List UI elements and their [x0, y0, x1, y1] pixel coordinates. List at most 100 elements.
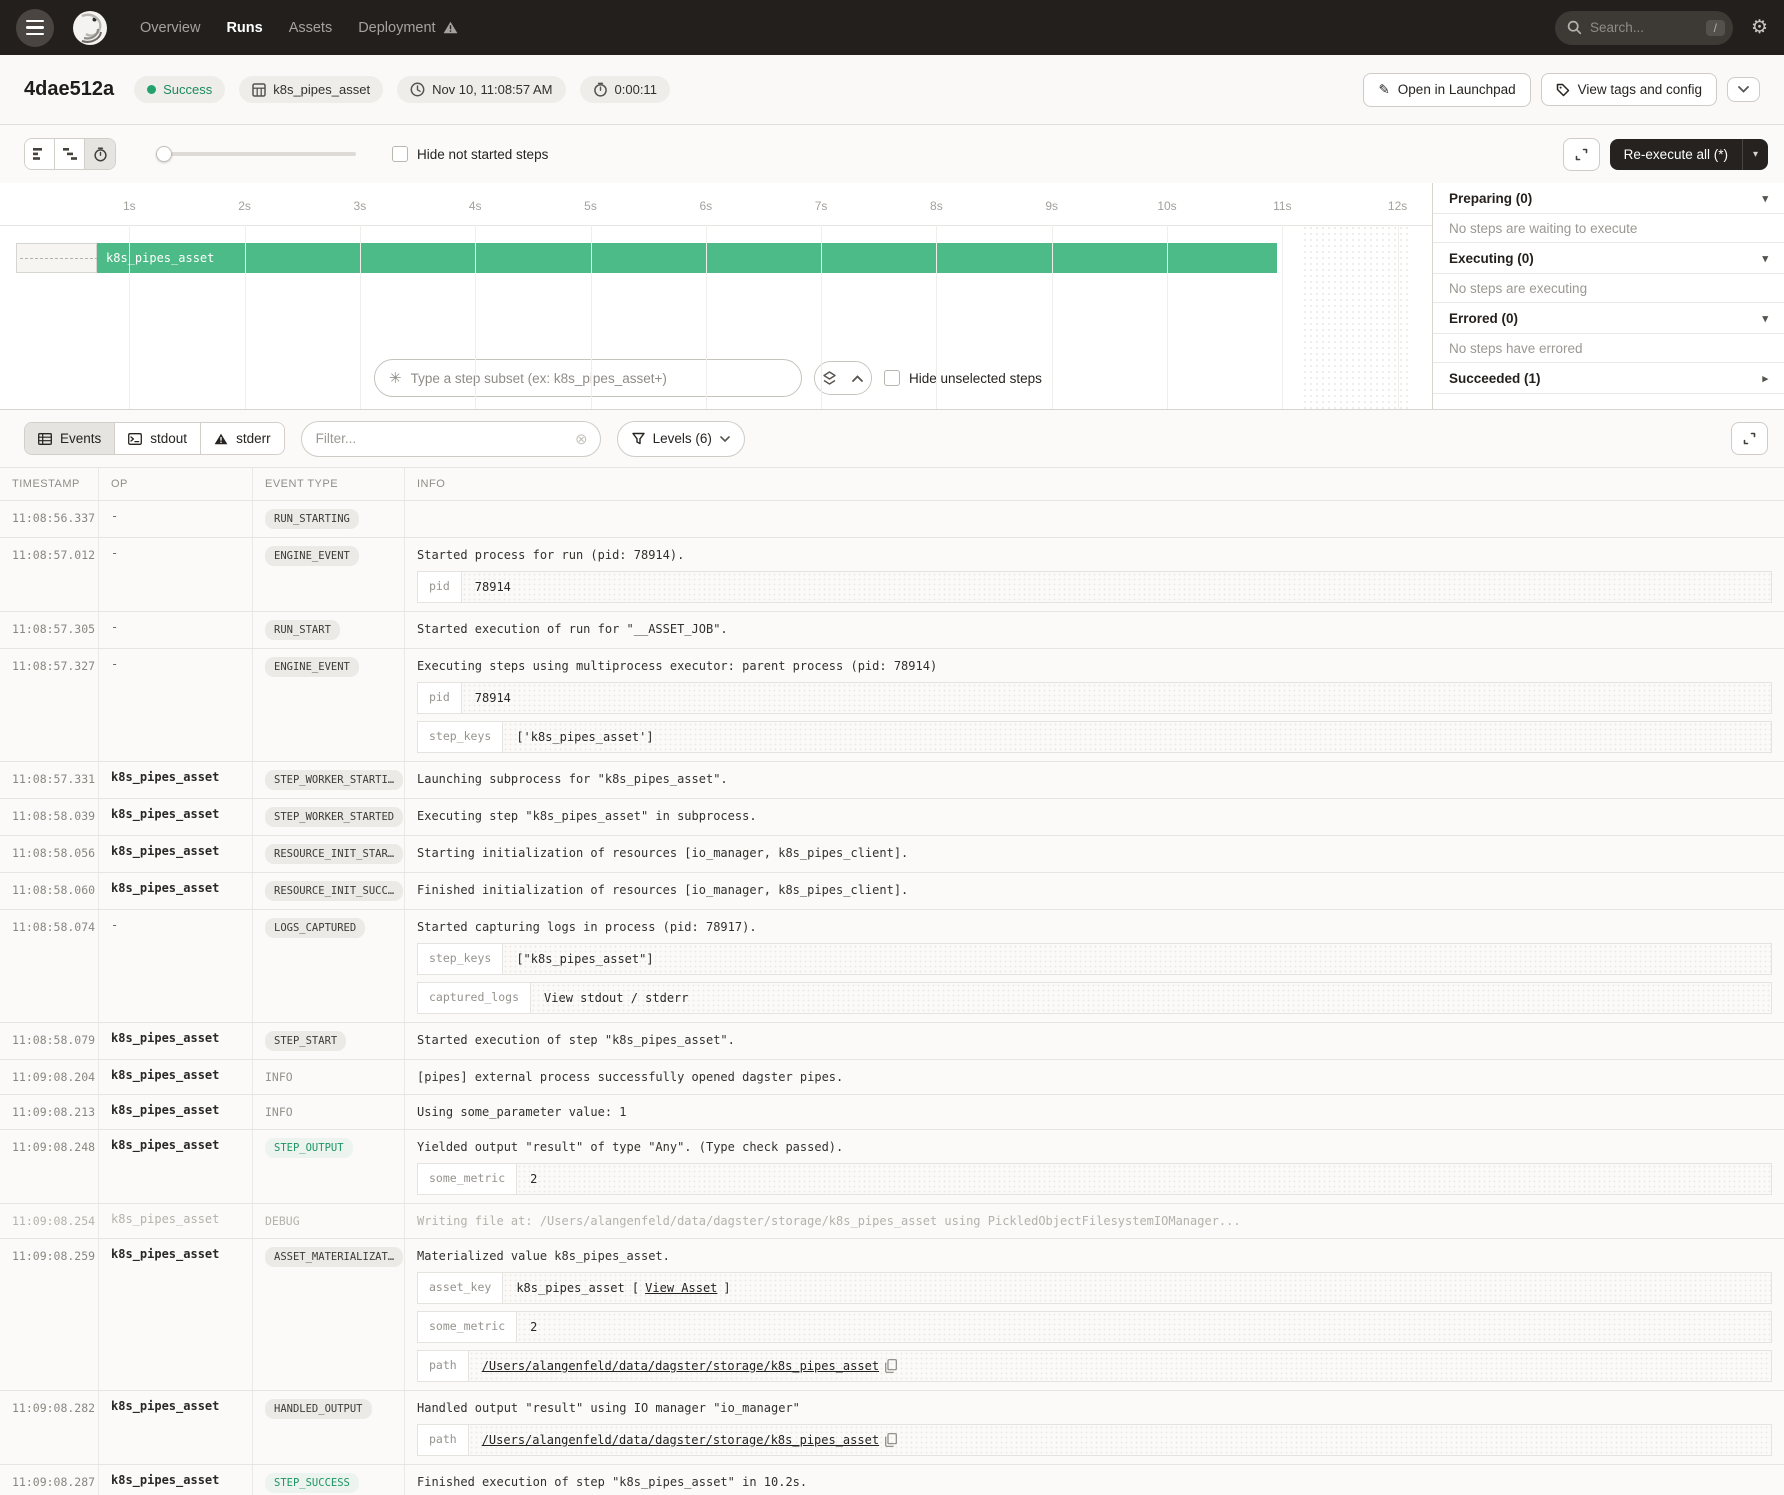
log-row[interactable]: 11:08:58.074-LOGS_CAPTUREDStarted captur…	[0, 909, 1784, 1022]
gantt-zoom-slider[interactable]	[156, 146, 356, 162]
log-toolbar: Eventsstdoutstderr ⊗ Levels (6)	[0, 410, 1784, 468]
nav-item-overview[interactable]: Overview	[140, 20, 200, 36]
metadata-value: ["k8s_pipes_asset"]	[503, 944, 1771, 974]
info-cell: Started process for run (pid: 78914).pid…	[405, 538, 1784, 611]
collapse-toolbar-button[interactable]	[843, 362, 871, 394]
clear-filter-icon[interactable]: ⊗	[575, 430, 588, 448]
status-section-succeeded[interactable]: Succeeded (1)▸	[1433, 363, 1784, 394]
event-type-badge: ASSET_MATERIALIZAT…	[265, 1247, 403, 1267]
event-type-cell: HANDLED_OUTPUT	[253, 1391, 405, 1464]
dagster-logo[interactable]	[72, 10, 108, 46]
run-actions-dropdown-button[interactable]	[1727, 77, 1760, 102]
graph-layers-button[interactable]	[815, 362, 843, 394]
view-mode-waterfall-button[interactable]	[55, 139, 85, 169]
log-row[interactable]: 11:08:58.079k8s_pipes_assetSTEP_STARTSta…	[0, 1022, 1784, 1059]
nav-item-runs[interactable]: Runs	[226, 20, 262, 36]
status-section-errored[interactable]: Errored (0)▾	[1433, 303, 1784, 334]
nav-item-deployment[interactable]: Deployment	[358, 20, 457, 36]
status-section-executing[interactable]: Executing (0)▾	[1433, 243, 1784, 274]
hide-not-started-checkbox[interactable]: Hide not started steps	[392, 146, 548, 162]
nav-item-assets[interactable]: Assets	[289, 20, 333, 36]
copy-icon[interactable]	[885, 1433, 897, 1447]
event-type-cell: STEP_SUCCESS	[253, 1465, 405, 1495]
checkbox-box[interactable]	[884, 370, 900, 386]
log-fullscreen-button[interactable]	[1731, 422, 1768, 455]
info-cell: Writing file at: /Users/alangenfeld/data…	[405, 1204, 1784, 1238]
axis-gridline	[129, 225, 130, 409]
info-cell: Launching subprocess for "k8s_pipes_asse…	[405, 762, 1784, 798]
op-cell: k8s_pipes_asset	[99, 1095, 253, 1129]
metadata-link[interactable]: /Users/alangenfeld/data/dagster/storage/…	[482, 1431, 879, 1449]
metadata-entry: path/Users/alangenfeld/data/dagster/stor…	[417, 1350, 1772, 1382]
log-row[interactable]: 11:08:58.039k8s_pipes_assetSTEP_WORKER_S…	[0, 798, 1784, 835]
gantt-step-bar[interactable]: k8s_pipes_asset	[97, 243, 1277, 273]
log-row[interactable]: 11:08:57.012-ENGINE_EVENTStarted process…	[0, 537, 1784, 611]
metadata-value: ['k8s_pipes_asset']	[503, 722, 1771, 752]
info-cell: Starting initialization of resources [io…	[405, 836, 1784, 872]
timestamp-cell: 11:08:57.331	[0, 762, 99, 798]
tab-stderr[interactable]: stderr	[201, 423, 284, 454]
log-row[interactable]: 11:09:08.282k8s_pipes_assetHANDLED_OUTPU…	[0, 1390, 1784, 1464]
op-cell: -	[99, 910, 253, 1022]
log-row[interactable]: 11:09:08.248k8s_pipes_assetSTEP_OUTPUTYi…	[0, 1129, 1784, 1203]
copy-icon[interactable]	[885, 1359, 897, 1373]
log-row[interactable]: 11:09:08.259k8s_pipes_assetASSET_MATERIA…	[0, 1238, 1784, 1390]
log-row[interactable]: 11:08:57.327-ENGINE_EVENTExecuting steps…	[0, 648, 1784, 761]
timestamp-cell: 11:08:58.039	[0, 799, 99, 835]
log-row[interactable]: 11:08:58.060k8s_pipes_assetRESOURCE_INIT…	[0, 872, 1784, 909]
event-type-cell: STEP_START	[253, 1023, 405, 1059]
slider-knob[interactable]	[156, 146, 172, 162]
open-in-launchpad-button[interactable]: ✎ Open in Launchpad	[1363, 73, 1530, 107]
levels-dropdown[interactable]: Levels (6)	[617, 421, 745, 457]
reexecute-dropdown-caret[interactable]: ▾	[1742, 139, 1768, 170]
metadata-entry: pid78914	[417, 682, 1772, 714]
log-row[interactable]: 11:09:08.287k8s_pipes_assetSTEP_SUCCESSF…	[0, 1464, 1784, 1495]
log-filter-input[interactable]	[316, 431, 575, 446]
log-row[interactable]: 11:08:56.337-RUN_STARTING	[0, 500, 1784, 537]
info-text: Started execution of step "k8s_pipes_ass…	[417, 1031, 1772, 1049]
hamburger-menu-button[interactable]	[16, 9, 54, 47]
settings-gear-icon[interactable]: ⚙	[1751, 18, 1768, 37]
view-mode-flat-button[interactable]	[25, 139, 55, 169]
metadata-key: captured_logs	[418, 983, 531, 1013]
metadata-text: ]	[723, 1279, 730, 1297]
nav-links: Overview Runs Assets Deployment	[140, 20, 458, 36]
op-cell: k8s_pipes_asset	[99, 1130, 253, 1203]
reexecute-all-button[interactable]: Re-execute all (*) ▾	[1610, 139, 1768, 170]
axis-gridline	[1167, 225, 1168, 409]
view-mode-timed-button[interactable]	[85, 139, 115, 169]
log-row[interactable]: 11:08:57.331k8s_pipes_assetSTEP_WORKER_S…	[0, 761, 1784, 798]
metadata-key: asset_key	[418, 1273, 503, 1303]
metadata-link[interactable]: /Users/alangenfeld/data/dagster/storage/…	[482, 1357, 879, 1375]
info-text: [pipes] external process successfully op…	[417, 1068, 1772, 1086]
gantt-chart[interactable]: k8s_pipes_asset ✳ Hide unselected steps …	[0, 183, 1432, 409]
log-row[interactable]: 11:09:08.204k8s_pipes_assetINFO[pipes] e…	[0, 1059, 1784, 1094]
log-tabs: Eventsstdoutstderr	[24, 422, 285, 455]
metadata-link[interactable]: View Asset	[645, 1279, 717, 1297]
metadata-entry: asset_keyk8s_pipes_asset [View Asset]	[417, 1272, 1772, 1304]
tab-events[interactable]: Events	[25, 423, 115, 454]
step-subset-input[interactable]	[411, 371, 787, 386]
log-row[interactable]: 11:08:58.056k8s_pipes_assetRESOURCE_INIT…	[0, 835, 1784, 872]
log-row[interactable]: 11:09:08.213k8s_pipes_assetINFOUsing som…	[0, 1094, 1784, 1129]
job-name-badge[interactable]: k8s_pipes_asset	[239, 76, 383, 103]
metadata-text: 78914	[475, 578, 511, 596]
tab-stdout[interactable]: stdout	[115, 423, 201, 454]
info-text: Starting initialization of resources [io…	[417, 844, 1772, 862]
status-section-preparing[interactable]: Preparing (0)▾	[1433, 183, 1784, 214]
step-subset-toolbar: ✳ Hide unselected steps	[374, 359, 1042, 397]
search-input[interactable]: Search... /	[1555, 11, 1733, 45]
metadata-key: some_metric	[418, 1312, 517, 1342]
status-section-message: No steps are waiting to execute	[1433, 214, 1784, 243]
hide-unselected-checkbox[interactable]: Hide unselected steps	[884, 370, 1042, 386]
timestamp-cell: 11:08:57.327	[0, 649, 99, 761]
graph-query-buttons	[814, 361, 872, 395]
checkbox-box[interactable]	[392, 146, 408, 162]
table-header-row: TIMESTAMPOPEVENT TYPEINFO	[0, 468, 1784, 500]
view-tags-config-button[interactable]: View tags and config	[1541, 73, 1717, 106]
log-row[interactable]: 11:08:57.305-RUN_STARTStarted execution …	[0, 611, 1784, 648]
op-cell: -	[99, 649, 253, 761]
gantt-fullscreen-button[interactable]	[1563, 138, 1600, 171]
log-row[interactable]: 11:09:08.254k8s_pipes_assetDEBUGWriting …	[0, 1203, 1784, 1238]
metadata-value: 78914	[462, 572, 1771, 602]
